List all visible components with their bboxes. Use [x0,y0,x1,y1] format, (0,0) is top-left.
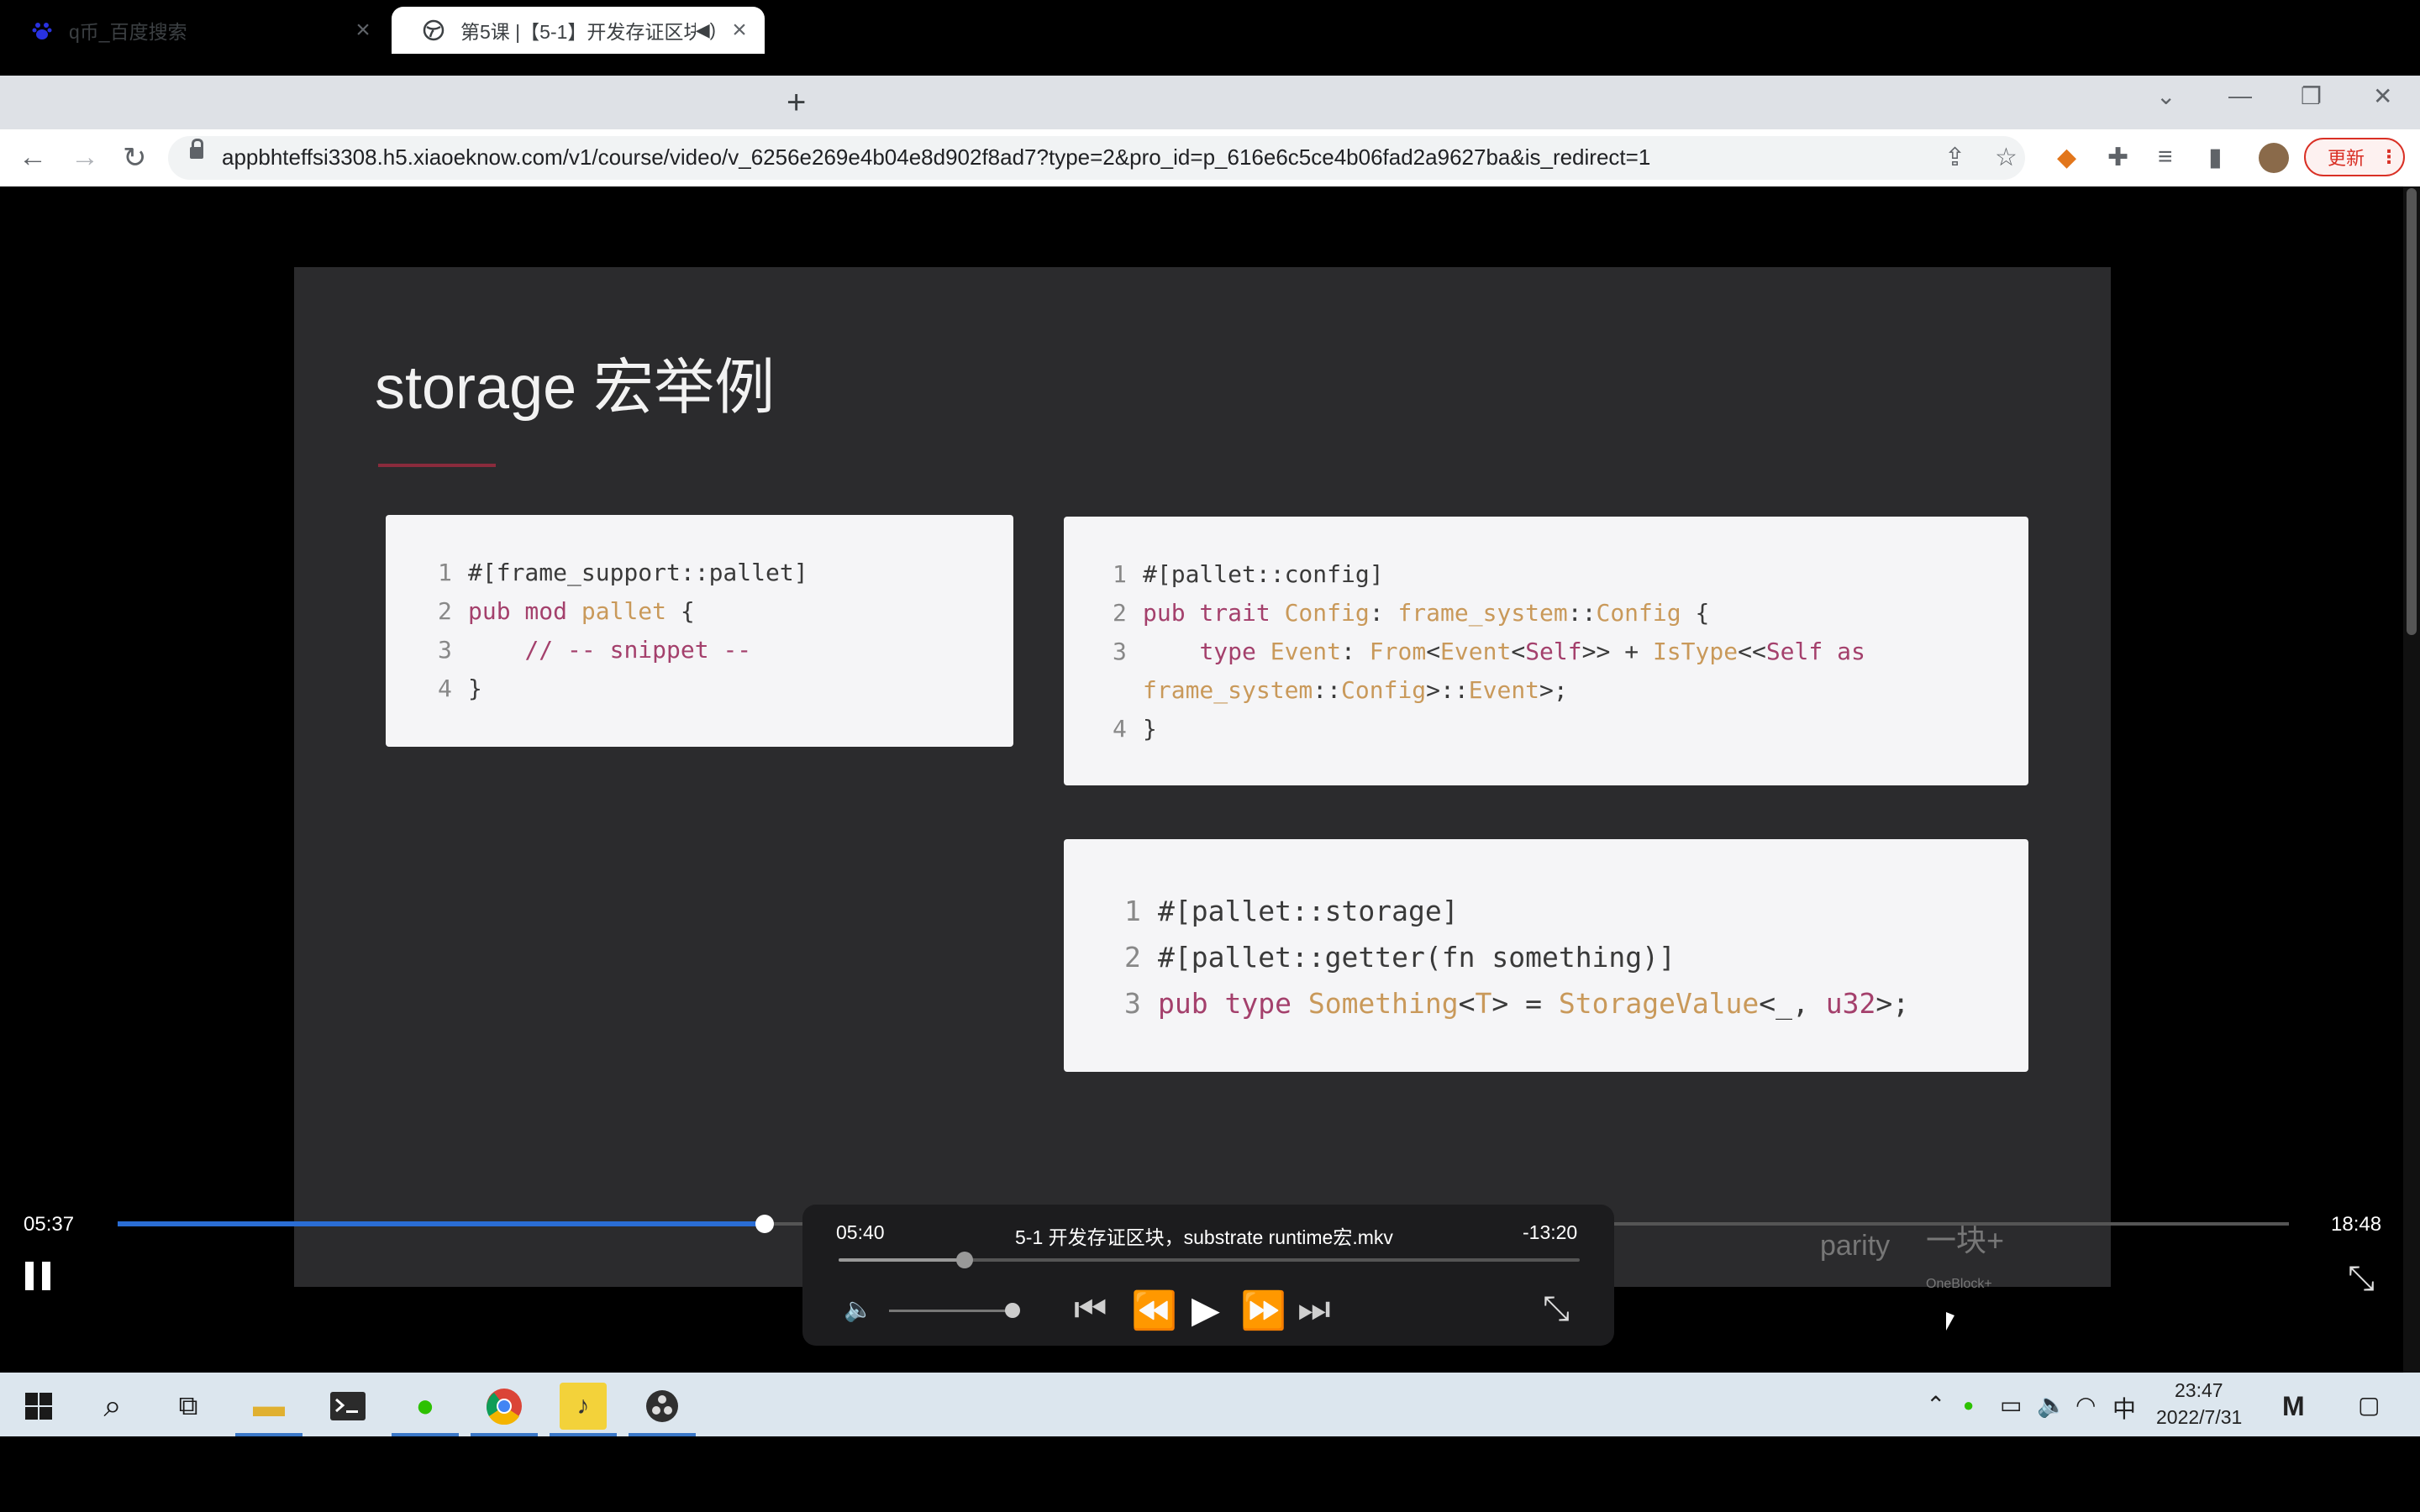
network-icon[interactable]: ◠ [2075,1391,2096,1419]
update-label: 更新 [2328,148,2365,169]
share-icon[interactable]: ⇪ [1944,143,1965,172]
code-snippet-pallet-storage: 1 #[pallet::storage] 2 #[pallet::getter(fn… [1064,839,2028,1072]
ime-indicator[interactable]: 中 [2112,1391,2136,1425]
reload-button[interactable]: ↻ [123,141,147,175]
skip-next-icon[interactable]: ⏭ [1297,1289,1331,1331]
lock-icon[interactable] [190,139,203,159]
progress-handle[interactable] [755,1215,775,1233]
metamask-fox-icon[interactable]: ◆ [2057,143,2076,172]
baidu-paw-icon [30,18,54,42]
tray-overflow-icon[interactable]: ⌃ [1926,1391,1945,1419]
obs-icon[interactable] [629,1383,696,1436]
slide-title: storage 宏举例 [375,354,776,422]
url-text[interactable]: appbhteffsi3308.h5.xiaoeknow.com/v1/cour… [222,144,1650,171]
tray-wechat-icon[interactable]: ● [1963,1394,1974,1416]
oneblock-logo-en: OneBlock+ [1926,1277,1992,1291]
tab-audio-icon[interactable]: ◀) [696,19,716,41]
current-time: 05:37 [24,1213,75,1236]
mini-player-time: 05:40 [836,1221,885,1243]
title-underline [378,464,496,467]
tab-title: 第5课 |【5-1】开发存证区块 [460,21,696,43]
file-explorer-icon[interactable]: ▬ [235,1383,302,1436]
progress-played[interactable] [118,1221,765,1226]
scrollbar-thumb[interactable] [2407,188,2417,635]
search-icon[interactable]: ⌕ [89,1383,136,1430]
oneblock-logo-cn: 一块+ [1926,1223,2005,1257]
clock-date[interactable]: 2022/7/31 [2156,1406,2242,1429]
app-tray-icon[interactable]: M [2282,1391,2305,1422]
forward-button[interactable]: → [71,141,99,174]
close-window-button[interactable]: ✕ [2373,82,2392,110]
restore-button[interactable]: ❐ [2301,82,2322,110]
mini-progress-handle[interactable] [955,1252,973,1268]
menu-kebab-icon[interactable]: ⋮ [2380,146,2398,168]
oneblock-logo: 一块+ OneBlock+ [1926,1216,2004,1295]
total-duration: 18:48 [2331,1213,2382,1236]
bookmark-star-icon[interactable]: ☆ [1995,143,2018,172]
volume-handle[interactable] [1005,1303,1020,1318]
code-snippet-pallet-module: 1 #[frame_support::pallet] 2 pub mod palle… [386,515,1013,747]
mini-player-remaining: -13:20 [1523,1221,1578,1243]
tab-baidu-search[interactable]: q币_百度搜索 × [0,7,388,54]
speaker-icon[interactable]: 🔈 [2037,1391,2066,1419]
battery-icon[interactable]: ▭ [2000,1391,2022,1419]
notification-center-icon[interactable]: ▢ [2358,1391,2380,1419]
tab-search-icon[interactable]: ⌄ [2156,82,2175,110]
mini-progress-played[interactable] [839,1258,965,1262]
tab-course-video[interactable]: 第5课 |【5-1】开发存证区块 ◀) × [392,7,765,54]
code-block: 1 #[pallet::storage] 2 #[pallet::getter(fn… [1124,895,1910,1020]
media-player-icon[interactable]: ♪ [550,1383,617,1436]
task-view-icon[interactable]: ⧉ [165,1383,212,1430]
volume-slider[interactable] [889,1310,1015,1312]
side-panel-icon[interactable]: ▮ [2208,143,2223,172]
new-tab-button[interactable]: + [786,84,806,122]
tab-strip [0,76,2420,129]
skip-previous-icon[interactable]: ⏮ [1074,1289,1107,1331]
exit-fullscreen-icon[interactable]: ⤡ [2348,1260,2375,1298]
extensions-puzzle-icon[interactable]: ✚ [2107,143,2128,172]
media-control-icon[interactable]: ≡ [2158,143,2173,171]
parity-logo: parity [1820,1230,1891,1262]
update-button[interactable]: 更新 ⋮ [2304,138,2405,176]
windows-start-icon[interactable] [15,1383,62,1430]
wechat-icon[interactable]: ● [392,1383,459,1436]
volume-icon[interactable]: 🔈 [844,1295,873,1323]
pause-button[interactable] [25,1262,54,1290]
play-icon[interactable]: ▶ [1192,1289,1220,1331]
tab-title: q币_百度搜索 [69,21,187,43]
mouse-cursor-icon [1946,1312,1954,1331]
back-button[interactable]: ← [18,141,47,174]
terminal-icon[interactable] [324,1383,371,1430]
code-block: 1 #[frame_support::pallet] 2 pub mod palle… [438,559,808,702]
code-snippet-pallet-config: 1 #[pallet::config] 2 pub trait Config: fr… [1064,517,2028,785]
close-tab-icon[interactable]: × [728,16,751,45]
mini-player-title: 5-1 开发存证区块，substrate runtime宏.mkv [1015,1226,1393,1248]
close-tab-icon[interactable]: × [351,16,375,45]
collapse-player-icon[interactable]: ⤡ [1543,1290,1570,1328]
fast-forward-icon[interactable]: ⏩ [1240,1289,1286,1332]
rewind-icon[interactable]: ⏪ [1131,1289,1177,1332]
profile-avatar[interactable] [2259,143,2289,173]
globe-icon [422,18,445,42]
code-block: 1 #[pallet::config] 2 pub trait Config: fr… [1113,560,1865,743]
clock-time[interactable]: 23:47 [2175,1379,2223,1402]
minimize-button[interactable]: — [2228,82,2252,109]
chrome-icon[interactable] [471,1383,538,1436]
